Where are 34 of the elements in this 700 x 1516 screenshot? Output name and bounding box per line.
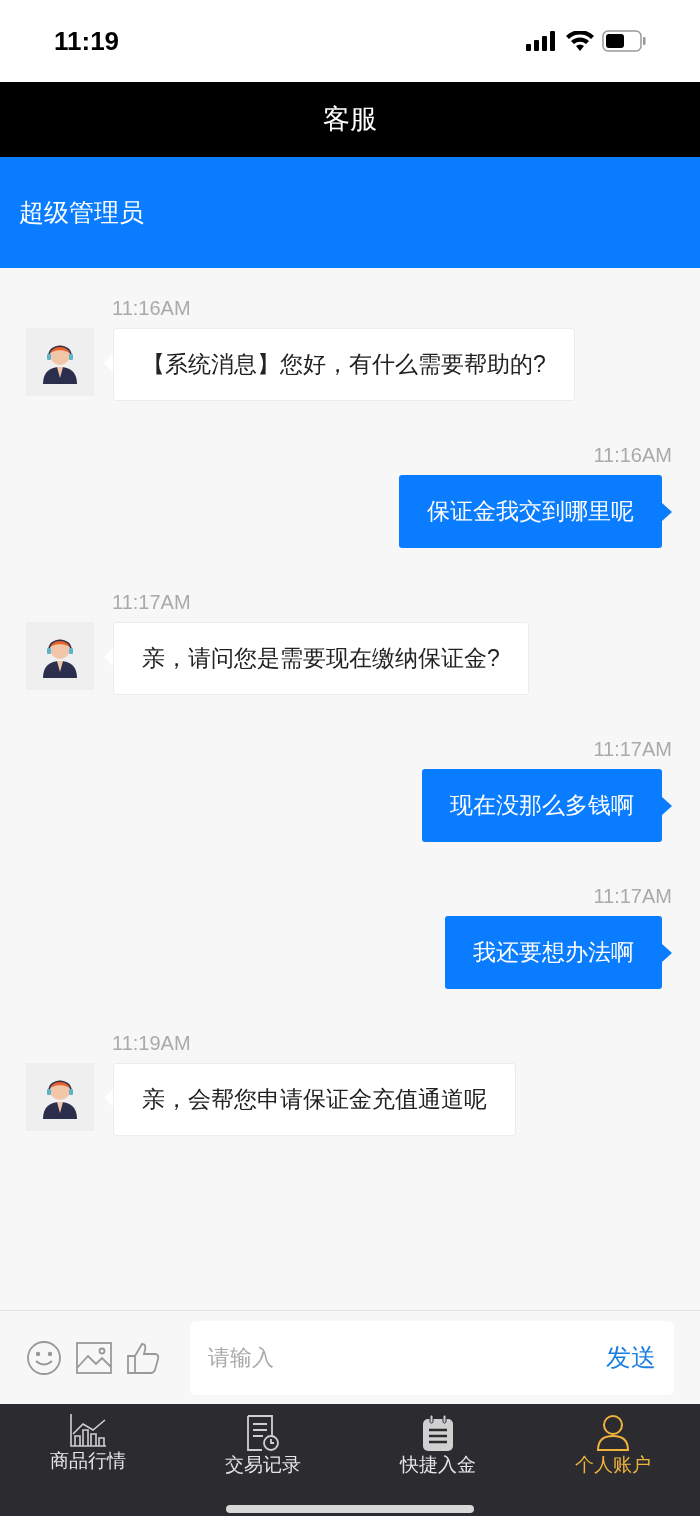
send-button[interactable]: 发送 [606,1338,656,1377]
bar-chart-icon [68,1414,107,1448]
message-time: 11:16AM [593,445,672,465]
tab-bar-item[interactable]: 交易记录 [175,1414,350,1476]
message-time: 11:17AM [593,886,672,906]
battery-icon [602,30,646,52]
tab-bar-item[interactable]: 商品行情 [0,1414,175,1472]
received-message-bubble: 亲，请问您是需要现在缴纳保证金? [113,622,529,695]
page-title: 客服 [323,103,377,137]
bubble-tail-icon [662,502,672,521]
sent-message-bubble: 保证金我交到哪里呢 [399,475,662,548]
status-time: 11:19 [54,24,120,58]
tab-bar-item[interactable]: 个人账户 [525,1414,700,1476]
notepad-icon [420,1414,455,1452]
message-time: 11:17AM [112,592,192,612]
thumbs-up-icon[interactable] [126,1340,160,1375]
chat-partner-name: 超级管理员 [19,196,144,228]
received-message-bubble: 【系统消息】您好，有什么需要帮助的? [113,328,575,401]
bubble-tail-icon [662,796,672,815]
document-clock-icon [245,1414,280,1452]
image-icon[interactable] [76,1341,112,1374]
received-message-bubble: 亲，会帮您申请保证金充值通道呢 [113,1063,516,1136]
message-time: 11:16AM [112,298,192,318]
message-time: 11:19AM [112,1033,192,1053]
smiley-icon[interactable] [26,1339,62,1376]
tab-bar-item[interactable]: 快捷入金 [350,1414,525,1476]
wifi-icon [566,31,594,51]
sent-message-bubble: 现在没那么多钱啊 [422,769,662,842]
message-input-field[interactable]: 请输入 发送 [190,1320,674,1395]
message-time: 11:17AM [593,739,672,759]
person-icon [595,1414,630,1452]
bubble-tail-icon [662,943,672,962]
sent-message-bubble: 我还要想办法啊 [445,916,662,989]
signal-icon [526,31,558,51]
